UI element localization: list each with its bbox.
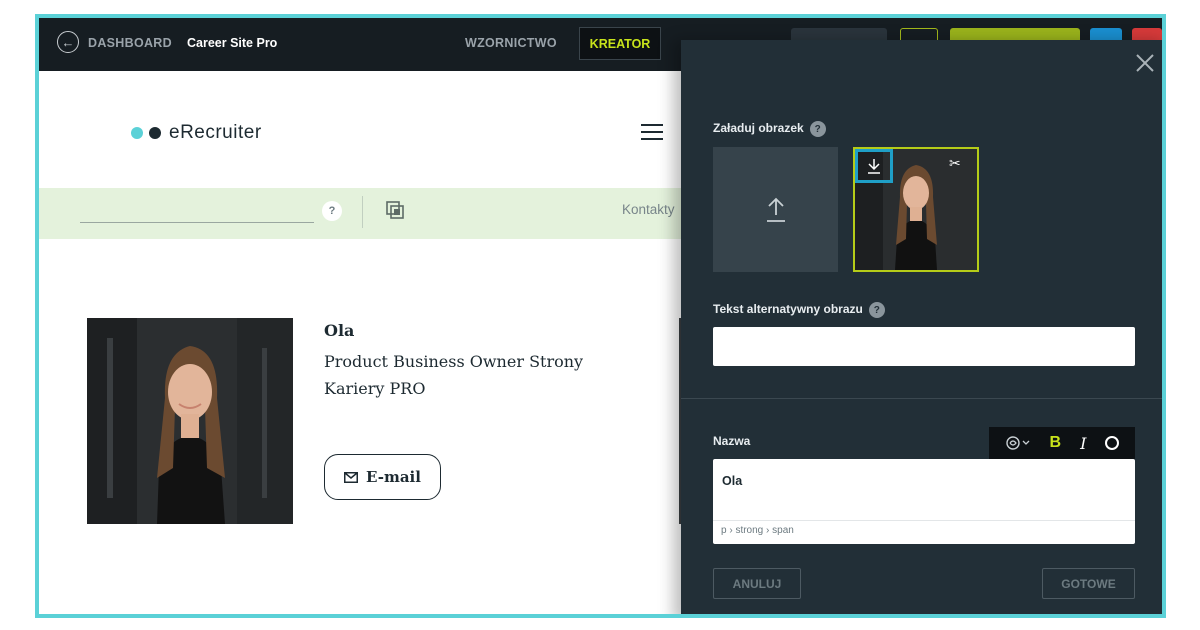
- upload-image-button[interactable]: [713, 147, 838, 272]
- person-photo: [87, 318, 293, 524]
- dashboard-link[interactable]: DASHBOARD: [88, 36, 172, 50]
- email-button[interactable]: E-mail: [324, 454, 441, 500]
- logo-dot-dark: [149, 127, 161, 139]
- help-icon[interactable]: ?: [322, 201, 342, 221]
- name-editor-text[interactable]: Ola: [722, 474, 742, 488]
- help-icon[interactable]: ?: [809, 121, 826, 137]
- crop-scissors-icon[interactable]: ✂: [949, 155, 967, 173]
- text-format-toolbar: B I: [989, 427, 1135, 459]
- download-icon[interactable]: [855, 149, 893, 183]
- person-name: Ola: [324, 321, 355, 340]
- help-icon[interactable]: ?: [868, 302, 885, 318]
- person-role: Product Business Owner Strony Kariery PR…: [324, 352, 584, 398]
- image-thumbnail[interactable]: ✂: [853, 147, 979, 272]
- copy-link-icon[interactable]: [384, 199, 406, 221]
- mail-icon: [344, 471, 359, 483]
- logo-text: eRecruiter: [169, 122, 262, 143]
- menu-icon[interactable]: [641, 124, 663, 140]
- email-button-label: E-mail: [366, 468, 421, 486]
- circle-format-icon[interactable]: [1105, 436, 1120, 450]
- panel-divider: [681, 398, 1162, 399]
- ai-assist-icon[interactable]: [1005, 435, 1031, 451]
- cancel-button[interactable]: ANULUJ: [713, 568, 801, 599]
- done-button[interactable]: GOTOWE: [1042, 568, 1135, 599]
- tab-creator[interactable]: KREATOR: [579, 27, 661, 60]
- upload-image-label: Załaduj obrazek?: [713, 121, 826, 137]
- app-frame: ← DASHBOARD Career Site Pro WZORNICTWO K…: [35, 14, 1166, 618]
- alt-text-label: Tekst alternatywny obrazu?: [713, 302, 885, 318]
- upload-icon: [766, 197, 785, 222]
- name-label: Nazwa: [713, 434, 751, 448]
- site-title: Career Site Pro: [187, 36, 278, 50]
- site-logo[interactable]: eRecruiter: [131, 122, 262, 144]
- bold-button[interactable]: B: [1050, 434, 1062, 452]
- image-editor-panel: Załaduj obrazek? ✂ Tekst alternatywny ob…: [681, 40, 1162, 614]
- nav-contacts[interactable]: Kontakty: [622, 202, 675, 217]
- back-arrow-icon[interactable]: ←: [57, 31, 79, 53]
- search-input[interactable]: [80, 222, 314, 223]
- divider: [362, 196, 363, 228]
- italic-button[interactable]: I: [1080, 434, 1086, 453]
- logo-dot-teal: [131, 127, 143, 139]
- name-editor[interactable]: Ola p › strong › span: [713, 459, 1135, 544]
- element-path: p › strong › span: [713, 520, 1135, 544]
- close-icon[interactable]: [1134, 52, 1156, 74]
- alt-text-input[interactable]: [713, 327, 1135, 366]
- tab-design[interactable]: WZORNICTWO: [465, 36, 557, 50]
